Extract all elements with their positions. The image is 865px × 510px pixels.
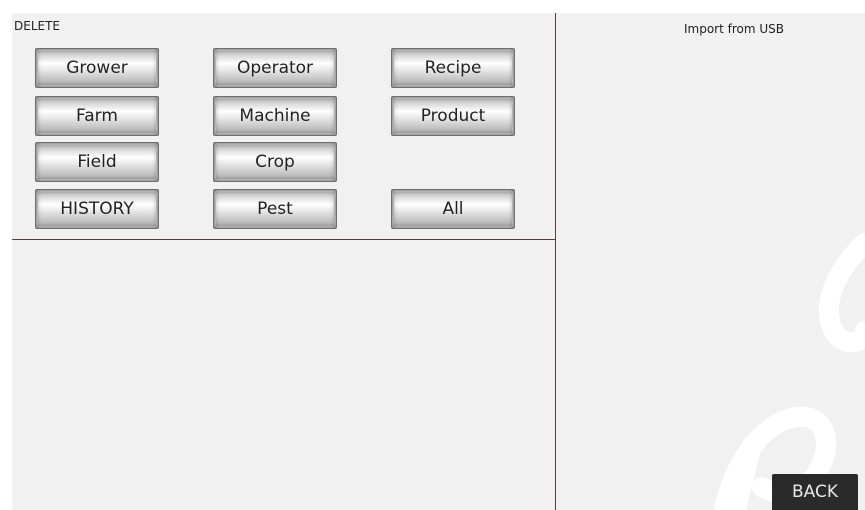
lower-panel [12, 240, 555, 510]
delete-product-button[interactable]: Product [391, 96, 515, 136]
delete-grower-button[interactable]: Grower [35, 48, 159, 88]
delete-operator-button[interactable]: Operator [213, 48, 337, 88]
delete-pest-button[interactable]: Pest [213, 189, 337, 229]
delete-history-button[interactable]: HISTORY [35, 189, 159, 229]
delete-farm-button[interactable]: Farm [35, 96, 159, 136]
vertical-divider [555, 13, 556, 510]
delete-recipe-button[interactable]: Recipe [391, 48, 515, 88]
delete-crop-button[interactable]: Crop [213, 142, 337, 182]
import-panel-title: Import from USB [683, 22, 784, 36]
back-button[interactable]: BACK [772, 474, 858, 510]
delete-field-button[interactable]: Field [35, 142, 159, 182]
delete-all-button[interactable]: All [391, 189, 515, 229]
delete-panel: DELETE Grower Operator Recipe Farm Machi… [12, 13, 555, 239]
import-panel: Import from USB [556, 13, 865, 510]
watermark-graphic [714, 233, 865, 510]
delete-machine-button[interactable]: Machine [213, 96, 337, 136]
delete-panel-title: DELETE [14, 19, 61, 33]
top-strip [0, 0, 865, 13]
